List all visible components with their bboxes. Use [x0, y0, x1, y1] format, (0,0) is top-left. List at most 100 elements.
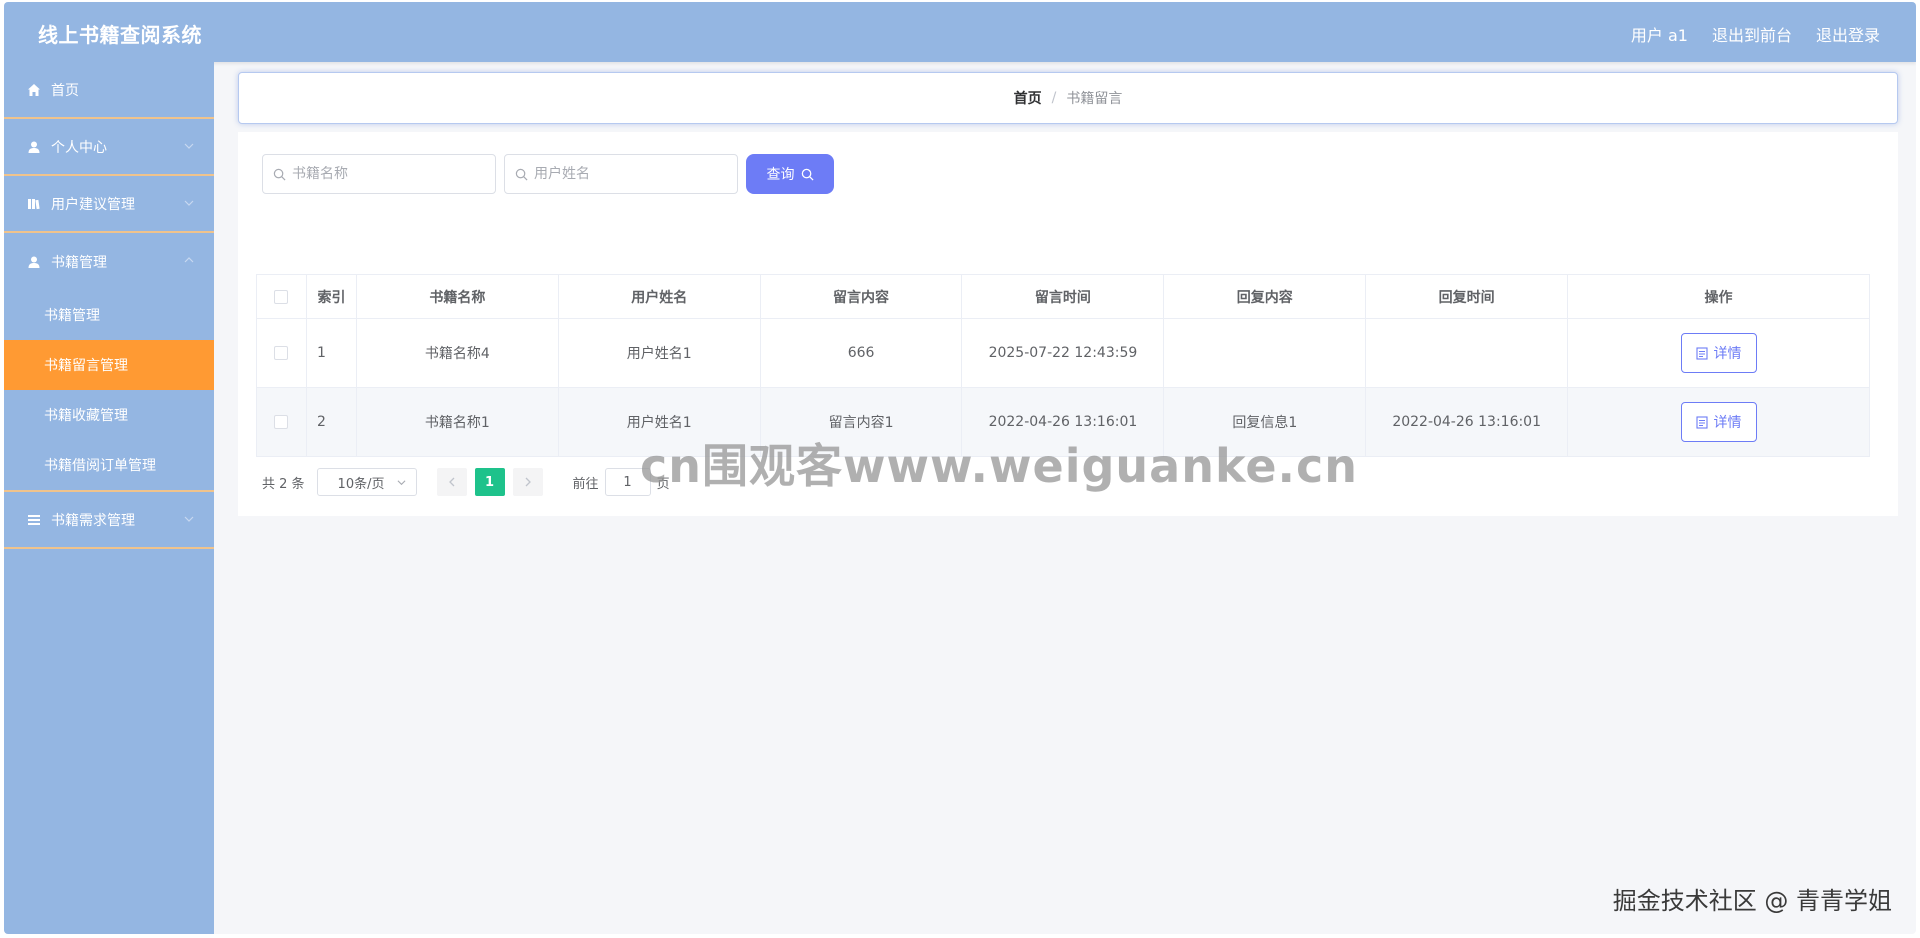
column-header: 书籍名称: [355, 274, 559, 319]
detail-button[interactable]: 详情: [1680, 333, 1757, 373]
column-header: 索引: [305, 274, 357, 319]
chevron-up-icon: [184, 257, 194, 263]
goto-page: 前往 页: [573, 468, 670, 496]
user-icon: [26, 254, 42, 270]
cell-user-name: 用户姓名1: [557, 318, 761, 388]
search-icon: [801, 168, 814, 181]
sidebar-item-book-management[interactable]: 书籍管理: [4, 233, 214, 290]
row-checkbox[interactable]: [274, 415, 289, 429]
column-header: 用户姓名: [557, 274, 761, 319]
book-management-submenu: 书籍管理 书籍留言管理 书籍收藏管理 书籍借阅订单管理: [4, 290, 214, 492]
select-all-cell: [256, 274, 307, 319]
cell-time: 2025-07-22 12:43:59: [961, 318, 1165, 388]
table-row: 1 书籍名称4 用户姓名1 666 2025-07-22 12:43:59 详情: [256, 318, 1870, 388]
user-name-input[interactable]: [534, 166, 724, 182]
cell-actions: 详情: [1567, 387, 1870, 457]
goto-suffix: 页: [656, 476, 670, 492]
goto-prefix: 前往: [572, 476, 599, 492]
cell-reply: [1163, 318, 1367, 388]
detail-button[interactable]: 详情: [1680, 402, 1757, 442]
sidebar-subitem-borrow-orders[interactable]: 书籍借阅订单管理: [4, 440, 214, 490]
detail-button-label: 详情: [1713, 415, 1742, 431]
breadcrumb: 首页 / 书籍留言: [238, 72, 1898, 124]
cell-index: 2: [305, 387, 357, 457]
breadcrumb-home[interactable]: 首页: [1014, 88, 1042, 108]
row-select-cell: [256, 318, 307, 388]
sidebar-item-label: 首页: [51, 82, 79, 99]
search-icon: [273, 168, 286, 180]
content-panel: 查询 索引 书籍名称 用户姓名 留言内容 留言时间 回复内容 回复时间 操作: [238, 132, 1898, 516]
sidebar: 首页 个人中心 用户建议管理 书籍管理 书籍管理 书籍留言管理 书籍收藏管理 书…: [4, 62, 214, 934]
document-icon: [1695, 346, 1708, 360]
table-row: 2 书籍名称1 用户姓名1 留言内容1 2022-04-26 13:16:01 …: [256, 387, 1870, 457]
book-name-input[interactable]: [292, 166, 482, 182]
breadcrumb-current: 书籍留言: [1066, 91, 1123, 107]
credit-watermark: 掘金技术社区 @ 青青学姐: [1612, 887, 1892, 915]
sidebar-subitem-books[interactable]: 书籍管理: [4, 290, 214, 340]
cell-book-name: 书籍名称4: [355, 318, 559, 388]
sidebar-item-label: 书籍管理: [51, 254, 107, 271]
column-header: 回复内容: [1163, 274, 1367, 319]
chevron-down-icon: [184, 200, 194, 206]
row-checkbox[interactable]: [274, 346, 289, 360]
column-header: 操作: [1567, 274, 1870, 319]
document-icon: [1695, 415, 1708, 429]
cell-time: 2022-04-26 13:16:01: [961, 387, 1165, 457]
app-title: 线上书籍查阅系统: [38, 23, 202, 47]
column-header: 留言时间: [961, 274, 1165, 319]
detail-button-label: 详情: [1713, 346, 1742, 362]
book-icon: [26, 196, 42, 212]
row-select-cell: [256, 387, 307, 457]
sidebar-subitem-book-favorites[interactable]: 书籍收藏管理: [4, 390, 214, 440]
page-number[interactable]: 1: [474, 468, 505, 496]
cell-index: 1: [305, 318, 357, 388]
chevron-down-icon: [184, 143, 194, 149]
cell-book-name: 书籍名称1: [355, 387, 559, 457]
column-header: 留言内容: [759, 274, 963, 319]
list-icon: [26, 512, 42, 528]
cell-reply-time: [1365, 318, 1569, 388]
message-table: 索引 书籍名称 用户姓名 留言内容 留言时间 回复内容 回复时间 操作 1 书籍…: [256, 274, 1870, 457]
sidebar-subitem-book-messages[interactable]: 书籍留言管理: [4, 340, 214, 390]
app-frame: 线上书籍查阅系统 用户 a1 退出到前台 退出登录 首页 个人中心 用户建议管理: [4, 2, 1916, 934]
header-actions: 用户 a1 退出到前台 退出登录: [1631, 22, 1880, 46]
chevron-right-icon: [525, 477, 531, 487]
pagination-total: 共 2 条: [262, 476, 305, 492]
sidebar-item-label: 书籍需求管理: [51, 512, 135, 529]
sidebar-item-book-demand[interactable]: 书籍需求管理: [4, 492, 214, 549]
chevron-down-icon: [184, 516, 194, 522]
sidebar-item-home[interactable]: 首页: [4, 62, 214, 119]
cell-content: 留言内容1: [759, 387, 963, 457]
top-header: 线上书籍查阅系统 用户 a1 退出到前台 退出登录: [4, 2, 1916, 62]
sidebar-item-label: 个人中心: [51, 139, 107, 156]
logout-link[interactable]: 退出登录: [1816, 22, 1880, 46]
cell-actions: 详情: [1567, 318, 1870, 388]
user-label: 用户 a1: [1630, 26, 1688, 45]
cell-user-name: 用户姓名1: [557, 387, 761, 457]
cell-reply: 回复信息1: [1163, 387, 1367, 457]
search-button-label: 查询: [766, 167, 795, 183]
page-size-select[interactable]: 10条/页: [316, 468, 417, 496]
page-size-value: 10条/页: [337, 476, 385, 492]
prev-page-button[interactable]: [436, 468, 467, 496]
home-icon: [26, 82, 42, 98]
breadcrumb-separator: /: [1051, 90, 1057, 106]
search-button[interactable]: 查询: [746, 154, 834, 194]
user-icon: [26, 139, 42, 155]
cell-content: 666: [759, 318, 963, 388]
cell-reply-time: 2022-04-26 13:16:01: [1365, 387, 1569, 457]
sidebar-item-personal-center[interactable]: 个人中心: [4, 119, 214, 176]
table-header-row: 索引 书籍名称 用户姓名 留言内容 留言时间 回复内容 回复时间 操作: [256, 274, 1870, 319]
chevron-down-icon: [397, 479, 406, 485]
pagination: 共 2 条 10条/页 1 前往 页: [262, 468, 670, 496]
book-name-search[interactable]: [262, 154, 496, 194]
search-icon: [515, 168, 528, 180]
sidebar-item-label: 用户建议管理: [51, 196, 135, 213]
goto-page-input[interactable]: [604, 468, 651, 496]
column-header: 回复时间: [1365, 274, 1569, 319]
sidebar-item-suggestion[interactable]: 用户建议管理: [4, 176, 214, 233]
next-page-button[interactable]: [512, 468, 543, 496]
user-name-search[interactable]: [504, 154, 738, 194]
to-front-link[interactable]: 退出到前台: [1712, 22, 1792, 46]
select-all-checkbox[interactable]: [274, 289, 289, 304]
